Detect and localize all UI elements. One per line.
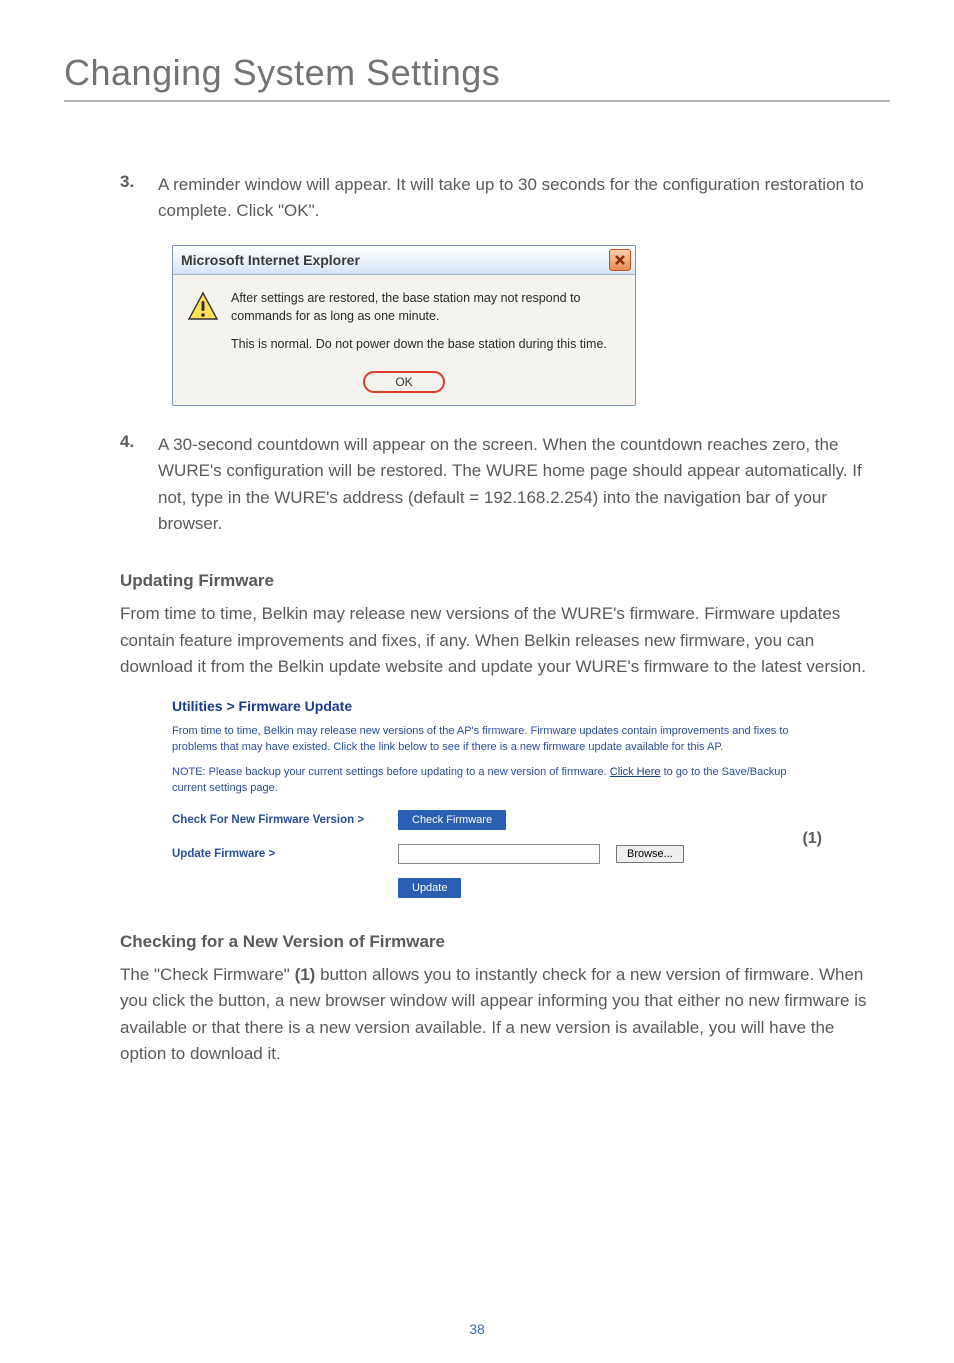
fw-desc-2: NOTE: Please backup your current setting… bbox=[172, 765, 792, 796]
step-3: 3. A reminder window will appear. It wil… bbox=[120, 172, 880, 225]
close-icon[interactable] bbox=[609, 249, 631, 271]
update-firmware-row: Update Firmware > Browse... bbox=[172, 844, 792, 864]
reminder-dialog: Microsoft Internet Explorer After settin… bbox=[172, 245, 636, 406]
page-title: Changing System Settings bbox=[64, 52, 500, 93]
step-text: A reminder window will appear. It will t… bbox=[158, 172, 880, 225]
checking-paragraph: The "Check Firmware" (1) button allows y… bbox=[120, 962, 880, 1067]
dialog-title-text: Microsoft Internet Explorer bbox=[181, 252, 360, 268]
fw-desc-1: From time to time, Belkin may release ne… bbox=[172, 724, 792, 755]
ok-button[interactable]: OK bbox=[363, 371, 444, 393]
warning-icon bbox=[187, 291, 219, 323]
checking-text-a: The "Check Firmware" bbox=[120, 965, 295, 984]
dialog-titlebar: Microsoft Internet Explorer bbox=[173, 246, 635, 275]
update-button-row: Update bbox=[398, 878, 792, 898]
dialog-line1: After settings are restored, the base st… bbox=[231, 289, 621, 325]
dialog-line2: This is normal. Do not power down the ba… bbox=[231, 335, 621, 353]
firmware-update-panel: Utilities > Firmware Update From time to… bbox=[172, 698, 792, 898]
page-header: Changing System Settings bbox=[64, 52, 890, 102]
updating-firmware-heading: Updating Firmware bbox=[120, 571, 880, 591]
step-number: 4. bbox=[120, 432, 140, 537]
step-text: A 30-second countdown will appear on the… bbox=[158, 432, 880, 537]
firmware-path-input[interactable] bbox=[398, 844, 600, 864]
check-firmware-row: Check For New Firmware Version > Check F… bbox=[172, 810, 792, 830]
dialog-body: After settings are restored, the base st… bbox=[173, 275, 635, 367]
browse-button[interactable]: Browse... bbox=[616, 845, 684, 863]
page-number: 38 bbox=[469, 1321, 485, 1337]
check-version-label: Check For New Firmware Version > bbox=[172, 814, 382, 826]
step-number: 3. bbox=[120, 172, 140, 225]
check-firmware-button[interactable]: Check Firmware bbox=[398, 810, 506, 830]
checking-text-bold: (1) bbox=[295, 965, 316, 984]
update-firmware-label: Update Firmware > bbox=[172, 848, 382, 860]
fw-desc2-a: NOTE: Please backup your current setting… bbox=[172, 766, 610, 778]
updating-firmware-paragraph: From time to time, Belkin may release ne… bbox=[120, 601, 880, 680]
dialog-button-row: OK bbox=[173, 367, 635, 405]
fw-breadcrumb: Utilities > Firmware Update bbox=[172, 698, 792, 714]
step-4: 4. A 30-second countdown will appear on … bbox=[120, 432, 880, 537]
checking-heading: Checking for a New Version of Firmware bbox=[120, 932, 880, 952]
annotation-1: (1) bbox=[802, 830, 822, 848]
update-button[interactable]: Update bbox=[398, 878, 461, 898]
dialog-message: After settings are restored, the base st… bbox=[231, 289, 621, 363]
click-here-link[interactable]: Click Here bbox=[610, 766, 661, 778]
